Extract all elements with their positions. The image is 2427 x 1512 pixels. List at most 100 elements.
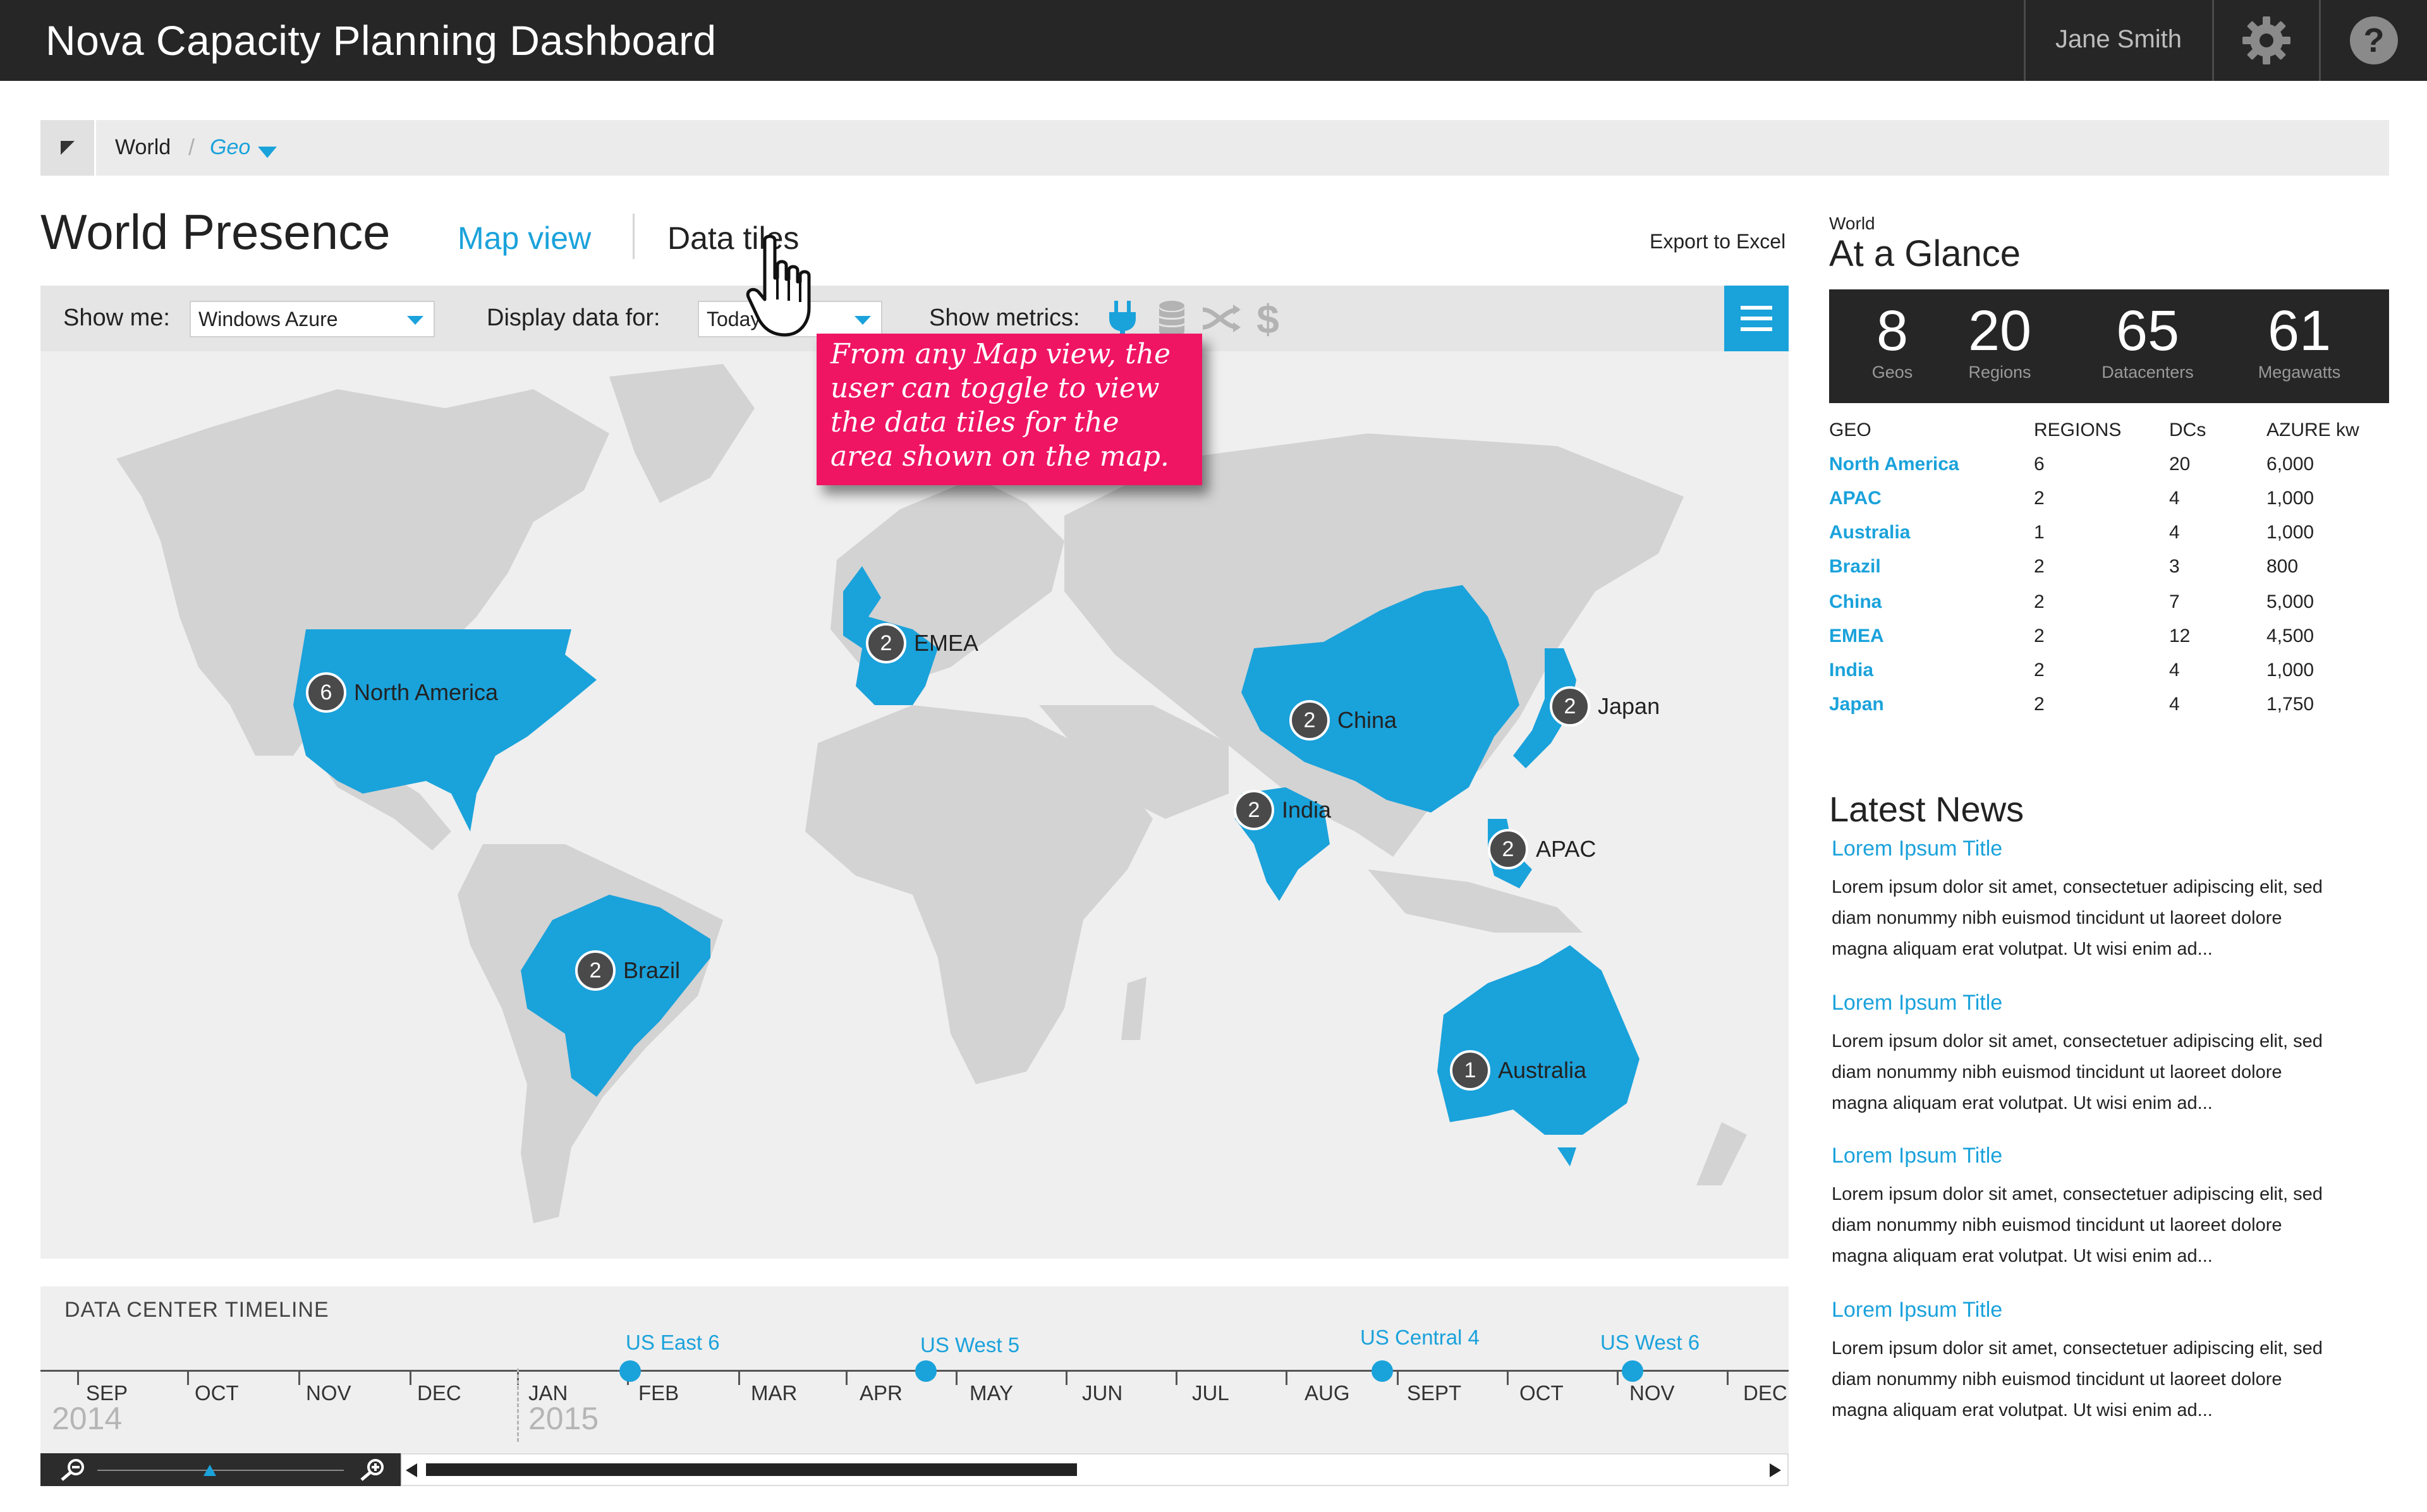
geo-regions: 1 [2034, 522, 2045, 543]
region-pin[interactable]: 2 Brazil [575, 950, 680, 991]
timeline-tick [1617, 1370, 1619, 1385]
news-line: diam nonummy nibh euismod tincidunt ut l… [1832, 1215, 2282, 1235]
tab-divider [633, 214, 635, 259]
region-pin[interactable]: 6 North America [306, 672, 498, 713]
timeline-tick [1286, 1370, 1287, 1385]
timeline-tick [1397, 1370, 1399, 1385]
geo-kw: 1,000 [2266, 660, 2314, 680]
news-line: Lorem ipsum dolor sit amet, consectetuer… [1832, 1184, 2323, 1204]
news-item-link[interactable]: Lorem Ipsum Title [1832, 1298, 2002, 1322]
dollar-icon[interactable]: $ [1248, 297, 1288, 340]
timeline-tick [846, 1370, 848, 1385]
display-data-label: Display data for: [487, 305, 660, 331]
timeline-month: MAY [970, 1381, 1014, 1405]
news-line: diam nonummy nibh euismod tincidunt ut l… [1832, 908, 2282, 928]
timeline-zoom-slider[interactable] [40, 1453, 401, 1486]
geo-dcs: 4 [2169, 488, 2180, 509]
geo-link[interactable]: North America [1829, 454, 1959, 475]
timeline-tick [1507, 1370, 1509, 1385]
glance-scope: World [1829, 214, 1875, 233]
svg-text:?: ? [2364, 21, 2385, 59]
gear-icon[interactable] [2214, 0, 2319, 81]
news-line: Lorem ipsum dolor sit amet, consectetuer… [1832, 877, 2323, 897]
breadcrumb-geo-dropdown[interactable]: Geo [210, 135, 250, 160]
data-center-timeline: DATA CENTER TIMELINE SEP OCT NOV DEC JAN… [40, 1286, 1789, 1486]
geo-dcs: 4 [2169, 522, 2180, 543]
user-name-menu[interactable]: Jane Smith [2025, 0, 2212, 81]
region-pin[interactable]: 2 China [1289, 700, 1397, 741]
stat-regions: 20 Regions [1937, 301, 2063, 382]
region-pin[interactable]: 2 EMEA [866, 623, 978, 663]
show-me-label: Show me: [63, 305, 170, 331]
chevron-down-icon[interactable] [258, 147, 277, 158]
geo-link[interactable]: Brazil [1829, 556, 1881, 578]
geo-link[interactable]: APAC [1829, 488, 1882, 509]
show-me-select[interactable]: Windows Azure [190, 301, 435, 337]
region-pin[interactable]: 2 Japan [1550, 686, 1660, 727]
timeline-event-marker[interactable] [915, 1360, 937, 1382]
timeline-event-marker[interactable] [1372, 1360, 1393, 1382]
timeline-month: FEB [638, 1381, 679, 1405]
region-count: 1 [1450, 1050, 1490, 1091]
geo-link[interactable]: India [1829, 660, 1873, 681]
geo-regions: 2 [2034, 660, 2045, 680]
svg-text:$: $ [1256, 299, 1279, 338]
timeline-event-marker[interactable] [1622, 1360, 1643, 1382]
timeline-month: SEPT [1407, 1381, 1462, 1405]
stat-megawatts: 61 Megawatts [2236, 301, 2363, 382]
column-header: GEO [1829, 420, 1871, 440]
annotation-line: the data tiles for the [830, 406, 1119, 438]
geo-kw: 6,000 [2266, 454, 2314, 475]
region-pin[interactable]: 2 India [1234, 790, 1331, 830]
geo-dcs: 4 [2169, 660, 2180, 680]
geo-link[interactable]: Japan [1829, 694, 1884, 715]
region-label: EMEA [914, 630, 979, 656]
news-line: magna aliquam erat volutpat. Ut wisi eni… [1832, 1093, 2213, 1113]
scrollbar-thumb[interactable] [426, 1463, 1077, 1476]
timeline-axis [40, 1370, 1789, 1372]
news-item-link[interactable]: Lorem Ipsum Title [1832, 991, 2002, 1015]
scroll-left-icon[interactable] [406, 1463, 417, 1477]
news-item-link[interactable]: Lorem Ipsum Title [1832, 1144, 2002, 1168]
timeline-tick [1176, 1370, 1177, 1385]
latest-news-title: Latest News [1829, 789, 2024, 829]
timeline-event-label[interactable]: US Central 4 [1360, 1326, 1480, 1350]
timeline-event-label[interactable]: US West 6 [1600, 1331, 1700, 1355]
timeline-title: DATA CENTER TIMELINE [64, 1298, 329, 1322]
news-item-link[interactable]: Lorem Ipsum Title [1832, 837, 2002, 861]
timeline-tick [410, 1370, 411, 1385]
timeline-scrollbar[interactable] [401, 1453, 1789, 1486]
geo-dcs: 3 [2169, 556, 2180, 577]
region-label: China [1337, 707, 1397, 733]
network-icon[interactable] [1201, 297, 1241, 340]
region-pin[interactable]: 2 APAC [1488, 829, 1596, 869]
timeline-event-marker[interactable] [619, 1360, 641, 1382]
region-pin[interactable]: 1 Australia [1450, 1050, 1586, 1091]
geo-kw: 800 [2266, 556, 2299, 577]
timeline-tick [187, 1370, 189, 1385]
menu-button[interactable] [1724, 286, 1789, 351]
geo-kw: 4,500 [2266, 626, 2314, 646]
breadcrumb-world-link[interactable]: World [115, 135, 171, 160]
timeline-month: APR [860, 1381, 903, 1405]
timeline-event-label[interactable]: US West 5 [920, 1333, 1019, 1357]
geo-link[interactable]: Australia [1829, 522, 1910, 543]
timeline-month: AUG [1305, 1381, 1350, 1405]
collapse-toggle-button[interactable] [40, 120, 96, 176]
timeline-event-label[interactable]: US East 6 [626, 1331, 720, 1355]
timeline-tick [77, 1370, 79, 1385]
top-header: Nova Capacity Planning Dashboard Jane Sm… [0, 0, 2427, 81]
zoom-in-icon [360, 1459, 384, 1481]
world-map[interactable]: 6 North America 2 EMEA 2 China 2 Japan 2 Indi… [40, 351, 1789, 1259]
geo-link[interactable]: China [1829, 591, 1882, 613]
hand-cursor-icon [746, 234, 811, 337]
export-to-excel-link[interactable]: Export to Excel [1650, 230, 1785, 253]
region-count: 2 [1488, 829, 1528, 869]
tab-map-view[interactable]: Map view [458, 220, 591, 257]
news-line: magna aliquam erat volutpat. Ut wisi eni… [1832, 1400, 2213, 1420]
geo-link[interactable]: EMEA [1829, 626, 1884, 647]
year-divider [517, 1369, 519, 1442]
help-icon[interactable]: ? [2321, 0, 2427, 81]
timeline-month: DEC [1743, 1381, 1787, 1405]
scroll-right-icon[interactable] [1770, 1463, 1781, 1477]
